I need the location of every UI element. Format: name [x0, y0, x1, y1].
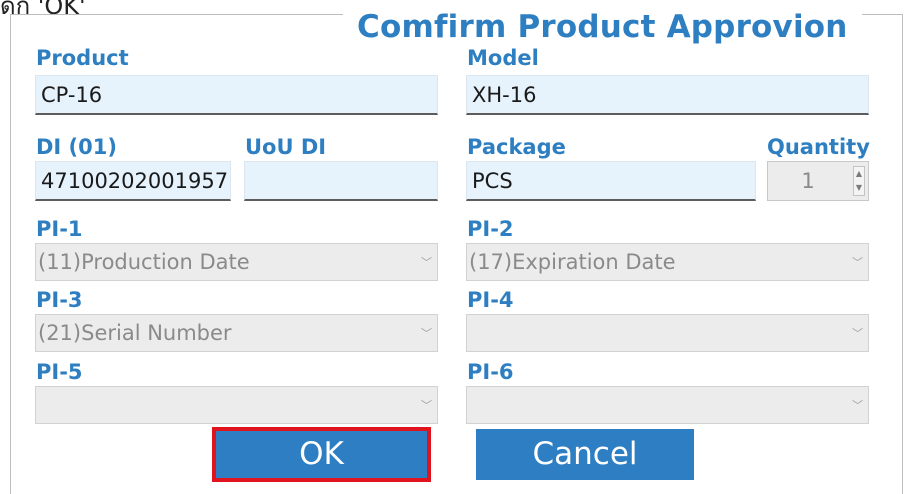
pi-6-label: PI-6 [467, 360, 514, 384]
stepper-up-icon[interactable]: ▲ [854, 167, 864, 181]
pi-3-label: PI-3 [36, 288, 83, 312]
cancel-button[interactable]: Cancel [476, 429, 694, 480]
pi-1-select[interactable]: (11)Production Date ﹀ [35, 243, 438, 281]
quantity-stepper[interactable]: 1 ▲ ▼ [767, 161, 869, 201]
quantity-label: Quantity [767, 135, 870, 159]
pi-2-value: (17)Expiration Date [469, 250, 676, 274]
chevron-down-icon: ﹀ [421, 327, 432, 340]
quantity-value: 1 [801, 169, 815, 193]
dialog-title: Comfirm Product Approvion [343, 9, 862, 45]
chevron-down-icon: ﹀ [852, 399, 863, 412]
pi-5-label: PI-5 [36, 360, 83, 384]
di-field[interactable]: 47100202001957 [35, 161, 231, 201]
pi-6-select[interactable]: ﹀ [466, 386, 869, 424]
pi-1-value: (11)Production Date [38, 250, 250, 274]
package-label: Package [467, 135, 566, 159]
uou-di-field[interactable] [244, 161, 438, 201]
uou-di-label: UoU DI [245, 135, 327, 159]
pi-4-label: PI-4 [467, 288, 514, 312]
product-field[interactable]: CP-16 [35, 75, 438, 115]
pi-1-label: PI-1 [36, 217, 83, 241]
pi-2-select[interactable]: (17)Expiration Date ﹀ [466, 243, 869, 281]
chevron-down-icon: ﹀ [421, 256, 432, 269]
package-field[interactable]: PCS [466, 161, 756, 201]
pi-4-select[interactable]: ﹀ [466, 314, 869, 352]
chevron-down-icon: ﹀ [852, 327, 863, 340]
pi-5-select[interactable]: ﹀ [35, 386, 438, 424]
stepper-down-icon[interactable]: ▼ [854, 181, 864, 195]
di-label: DI (01) [36, 135, 117, 159]
ok-button[interactable]: OK [212, 427, 431, 482]
chevron-down-icon: ﹀ [421, 399, 432, 412]
pi-2-label: PI-2 [467, 217, 514, 241]
model-field[interactable]: XH-16 [466, 75, 869, 115]
stepper-buttons: ▲ ▼ [853, 166, 865, 196]
pi-3-select[interactable]: (21)Serial Number ﹀ [35, 314, 438, 352]
chevron-down-icon: ﹀ [852, 256, 863, 269]
model-label: Model [467, 46, 539, 70]
product-label: Product [36, 46, 129, 70]
pi-3-value: (21)Serial Number [38, 321, 232, 345]
